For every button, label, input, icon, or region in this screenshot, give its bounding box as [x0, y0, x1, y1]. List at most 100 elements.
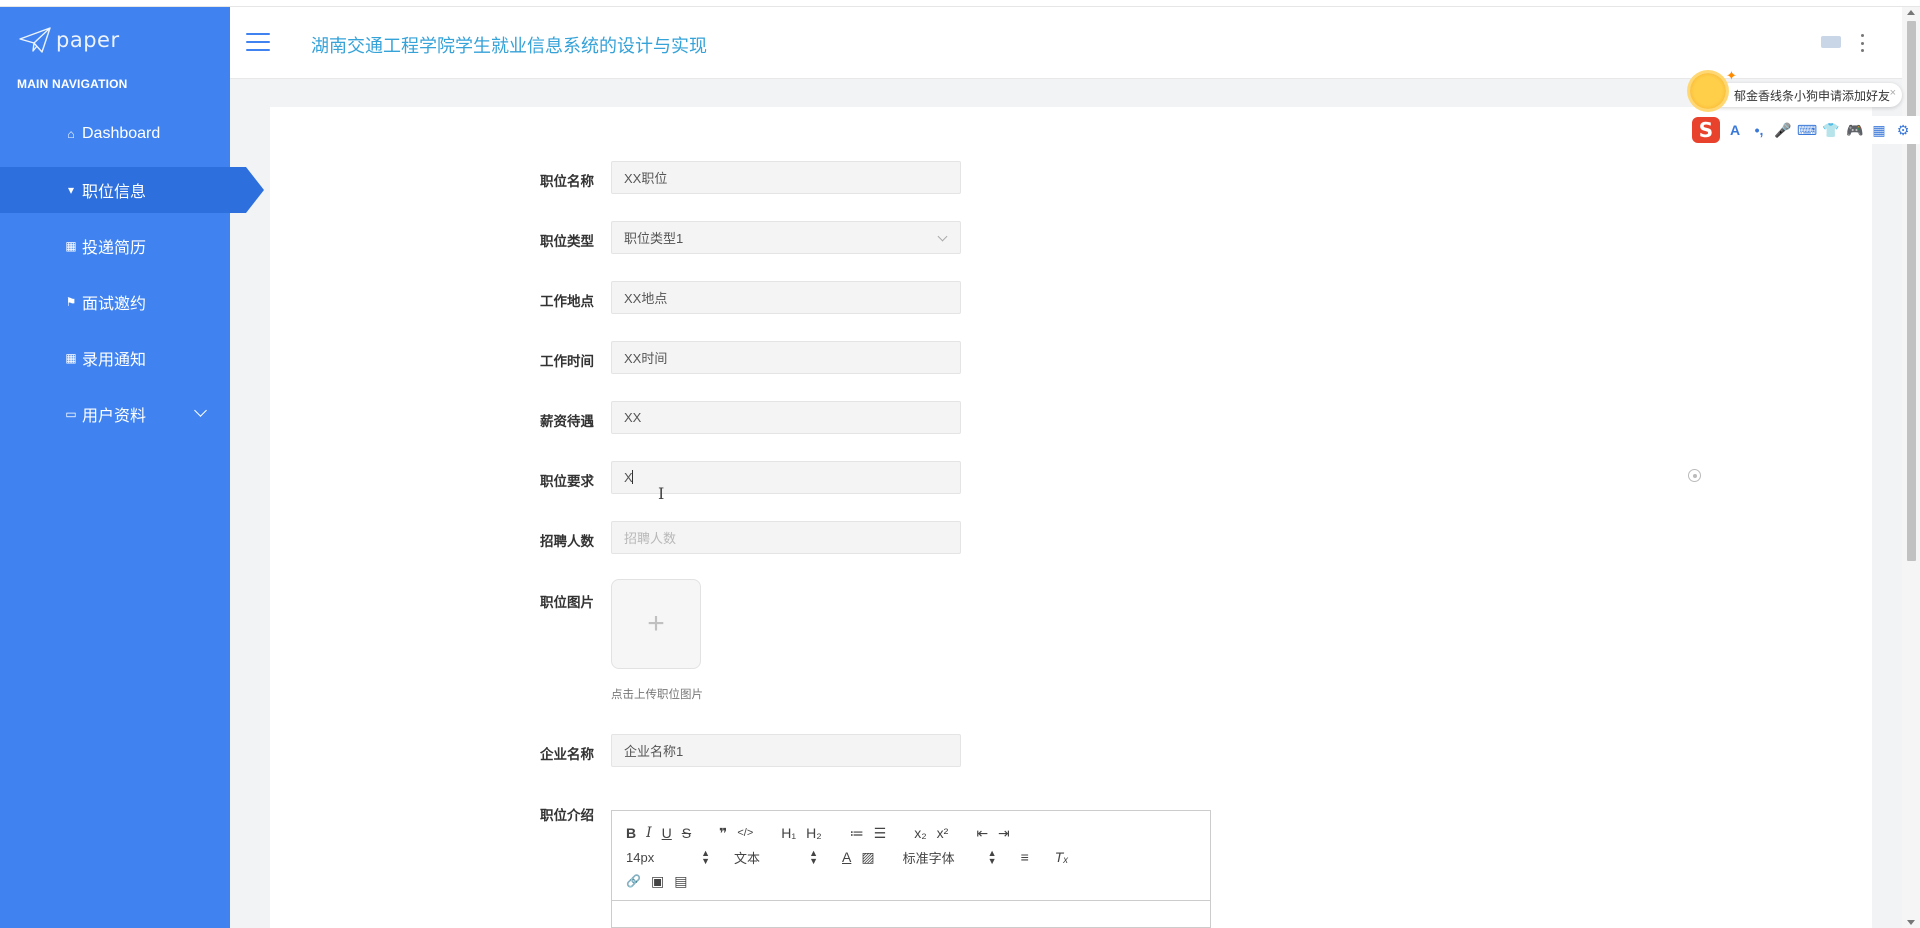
sidebar-item-job-info[interactable]: ▾ 职位信息 — [0, 167, 264, 213]
plus-icon: + — [647, 607, 665, 640]
scroll-down-icon[interactable] — [1907, 920, 1915, 925]
sidebar-item-label: Dashboard — [82, 125, 161, 142]
updown-icon: ▲ ▼ — [987, 848, 997, 866]
italic-button[interactable]: I — [646, 822, 652, 844]
ime-toolbar: S A •, 🎤 ⌨ 👕 🎮 ▦ ⚙ — [1690, 116, 1920, 144]
clear-format-button[interactable]: Tₓ — [1055, 846, 1069, 868]
upload-hint: 点击上传职位图片 — [611, 689, 703, 701]
menu-toggle-icon[interactable] — [246, 33, 270, 51]
ime-notification[interactable]: 郁金香线条小狗申请添加好友 × — [1704, 83, 1902, 107]
pin-icon: ▾ — [67, 183, 75, 197]
strike-button[interactable]: S — [682, 822, 691, 844]
field-label: 工作地点 — [540, 294, 594, 309]
font-size-select[interactable]: 14px ▲ ▼ — [626, 846, 710, 868]
microphone-icon[interactable]: 🎤 — [1774, 121, 1792, 139]
target-icon[interactable] — [1688, 469, 1701, 482]
language-icon[interactable]: A — [1726, 121, 1744, 139]
field-label: 薪资待遇 — [540, 414, 594, 429]
location-input[interactable]: XX地点 — [611, 281, 961, 314]
logo-text: paper — [56, 28, 120, 52]
page-title: 湖南交通工程学院学生就业信息系统的设计与实现 — [311, 36, 707, 56]
rich-text-editor: B I U S ❞ </> H₁ H₂ ≔ ☰ x₂ x² ⇤ ⇥ 14px ▲… — [611, 810, 1211, 928]
work-time-input[interactable]: XX时间 — [611, 341, 961, 374]
image-upload-button[interactable]: + — [611, 579, 701, 669]
field-label: 职位图片 — [540, 595, 594, 610]
company-name-input[interactable]: 企业名称1 — [611, 734, 961, 767]
close-icon[interactable]: × — [1890, 87, 1896, 99]
outdent-button[interactable]: ⇤ — [976, 822, 988, 844]
text-style-value: 文本 — [734, 850, 761, 866]
keyboard-icon[interactable]: ⌨ — [1797, 121, 1817, 139]
bullet-list-button[interactable]: ☰ — [874, 822, 887, 844]
sun-mascot-icon — [1690, 73, 1726, 109]
field-label: 职位介绍 — [540, 808, 594, 823]
ime-message: 郁金香线条小狗申请添加好友 — [1734, 88, 1891, 103]
chevron-down-icon — [194, 404, 207, 417]
toolbar-row-1: B I U S ❞ </> H₁ H₂ ≔ ☰ x₂ x² ⇤ ⇥ — [626, 822, 1020, 844]
chevron-down-icon — [937, 231, 948, 242]
superscript-button[interactable]: x² — [937, 822, 949, 844]
ordered-list-button[interactable]: ≔ — [850, 822, 864, 844]
sidebar-item-dashboard[interactable]: ⌂ Dashboard — [0, 111, 230, 157]
align-button[interactable]: ≡ — [1021, 846, 1029, 868]
job-type-select[interactable]: 职位类型1 — [611, 221, 961, 254]
heading2-button[interactable]: H₂ — [806, 822, 822, 844]
top-edge — [0, 0, 1920, 7]
sidebar-item-interviews[interactable]: ⚑ 面试邀约 — [0, 279, 230, 325]
font-color-button[interactable]: A — [842, 846, 851, 868]
font-family-value: 标准字体 — [902, 850, 955, 866]
skin-icon[interactable]: 👕 — [1822, 121, 1840, 139]
more-options-icon[interactable] — [1859, 34, 1865, 52]
sidebar-item-offers[interactable]: ▦ 录用通知 — [0, 335, 230, 381]
headcount-input[interactable]: 招聘人数 — [611, 521, 961, 554]
game-icon[interactable]: 🎮 — [1846, 121, 1864, 139]
font-family-select[interactable]: 标准字体 ▲ ▼ — [903, 846, 997, 868]
video-icon[interactable]: ▤ — [674, 870, 687, 892]
select-value: 职位类型1 — [624, 231, 684, 246]
app-logo[interactable]: paper — [18, 25, 120, 55]
bold-button[interactable]: B — [626, 822, 636, 844]
heading1-button[interactable]: H₁ — [781, 822, 796, 844]
sidebar-item-label: 面试邀约 — [82, 296, 147, 313]
field-label: 职位类型 — [540, 234, 594, 249]
grid-icon: ▦ — [65, 351, 77, 365]
punctuation-icon[interactable]: •, — [1750, 121, 1768, 139]
card-icon: ▭ — [65, 407, 77, 421]
top-header: 湖南交通工程学院学生就业信息系统的设计与实现 — [230, 7, 1920, 79]
job-name-input[interactable]: XX职位 — [611, 161, 961, 194]
avatar[interactable] — [1821, 36, 1841, 48]
updown-icon: ▲ ▼ — [701, 848, 710, 866]
field-label: 企业名称 — [540, 747, 594, 762]
indent-button[interactable]: ⇥ — [998, 822, 1010, 844]
sparkle-icon: ✦ — [1726, 68, 1737, 83]
image-icon[interactable]: ▣ — [651, 870, 664, 892]
underline-button[interactable]: U — [662, 822, 672, 844]
flag-icon: ⚑ — [65, 295, 77, 309]
field-label: 职位要求 — [540, 474, 594, 489]
code-button[interactable]: </> — [737, 822, 753, 844]
page-scrollbar[interactable] — [1902, 7, 1920, 928]
sidebar-item-resumes[interactable]: ▦ 投递简历 — [0, 223, 230, 269]
sidebar-item-label: 用户资料 — [82, 408, 147, 425]
scroll-up-icon[interactable] — [1907, 10, 1915, 15]
link-icon[interactable]: 🔗 — [626, 870, 641, 892]
text-style-select[interactable]: 文本 ▲ ▼ — [734, 846, 818, 868]
apps-grid-icon[interactable]: ▦ — [1870, 121, 1888, 139]
nav-header: MAIN NAVIGATION — [17, 77, 128, 91]
home-icon: ⌂ — [67, 127, 75, 141]
salary-input[interactable]: XX — [611, 401, 961, 434]
blockquote-button[interactable]: ❞ — [719, 822, 727, 844]
subscript-button[interactable]: x₂ — [914, 822, 926, 844]
sidebar-item-label: 录用通知 — [82, 352, 147, 369]
font-size-value: 14px — [626, 849, 655, 865]
sidebar-item-label: 投递简历 — [82, 240, 147, 257]
background-color-button[interactable]: ▨ — [861, 846, 874, 868]
paper-plane-icon — [19, 27, 51, 53]
field-label: 职位名称 — [540, 174, 594, 189]
settings-icon[interactable]: ⚙ — [1894, 121, 1912, 139]
sidebar-item-user-profile[interactable]: ▭ 用户资料 — [0, 391, 230, 437]
sogou-logo-icon[interactable]: S — [1692, 117, 1720, 143]
scrollbar-thumb[interactable] — [1907, 21, 1916, 561]
editor-toolbar: B I U S ❞ </> H₁ H₂ ≔ ☰ x₂ x² ⇤ ⇥ 14px ▲… — [612, 811, 1210, 901]
field-label: 招聘人数 — [540, 534, 594, 549]
